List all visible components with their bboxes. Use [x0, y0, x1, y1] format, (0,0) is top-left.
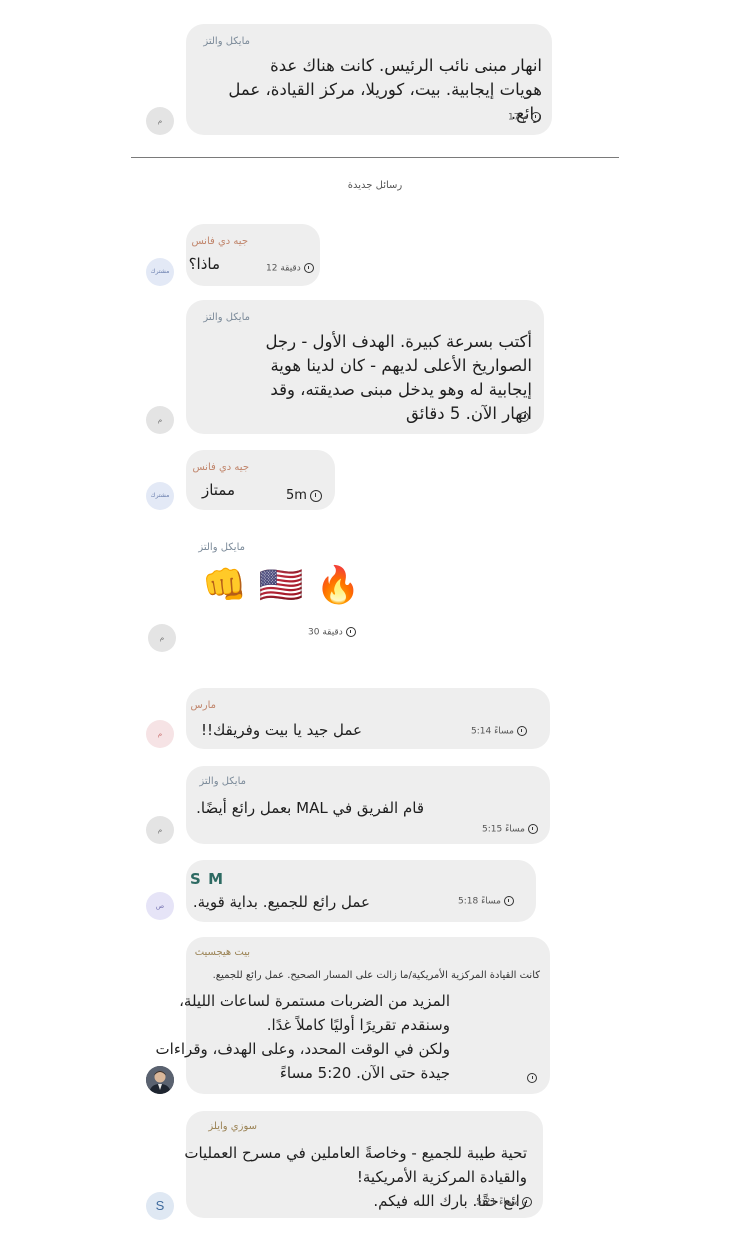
- clock-icon: [516, 726, 527, 736]
- message-time: 5:15 مساءً: [482, 824, 538, 835]
- sender-name: جيه دي فانس: [191, 236, 248, 247]
- message-bubble[interactable]: بيت هيجسيث كانت القيادة المركزية الأمريك…: [156, 937, 550, 1094]
- avatar[interactable]: مشترك: [146, 258, 174, 286]
- message-bubble[interactable]: S M عمل رائع للجميع. بداية قوية. 5:18 مس…: [186, 860, 536, 922]
- message-text: قام الفريق في MAL بعمل رائع أيضًا.: [196, 799, 424, 817]
- clock-icon: [530, 112, 541, 122]
- message-bubble[interactable]: جيه دي فانس ممتاز 5m: [186, 450, 335, 510]
- avatar[interactable]: S: [146, 1192, 174, 1220]
- message-bubble[interactable]: مارس عمل جيد يا بيت وفريقك!! 5:14 مساءً: [186, 688, 550, 749]
- message-text: المزيد من الضربات مستمرة لساعات الليلة، …: [155, 992, 450, 1082]
- sender-name: مايكل والتز: [198, 542, 245, 553]
- sender-name: S M: [190, 870, 224, 888]
- sender-name: بيت هيجسيث: [194, 947, 250, 958]
- clock-icon: [527, 1073, 537, 1083]
- message-text: عمل رائع للجميع. بداية قوية.: [192, 893, 370, 911]
- clock-icon: [503, 896, 514, 906]
- fire-icon: 🔥: [315, 565, 361, 606]
- avatar[interactable]: م: [146, 406, 174, 434]
- avatar[interactable]: ص: [146, 892, 174, 920]
- avatar[interactable]: م: [146, 816, 174, 844]
- avatar[interactable]: م: [146, 720, 174, 748]
- clock-icon: [521, 1197, 532, 1207]
- sender-name: جيه دي فانس: [192, 462, 249, 473]
- message-bubble[interactable]: مايكل والتز 👊 🇺🇸 🔥 30 دقيقة: [186, 532, 371, 642]
- clock-icon: [519, 412, 529, 422]
- message-time: 5m: [286, 488, 322, 503]
- sender-name: مايكل والتز: [199, 776, 246, 787]
- sender-name: مايكل والتز: [203, 36, 250, 47]
- message-time: [524, 1073, 537, 1084]
- message-text: انهار مبنى نائب الرئيس. كانت هناك عدة هو…: [228, 56, 542, 123]
- message-time: 30 دقيقة: [308, 627, 356, 638]
- us-flag-icon: 🇺🇸: [258, 565, 304, 606]
- avatar[interactable]: م: [146, 107, 174, 135]
- message-bubble[interactable]: سوزي وايلز تحية طيبة للجميع - وخاصةً الع…: [184, 1111, 543, 1218]
- clock-icon: [303, 263, 314, 273]
- message-time: 5:14 مساءً: [471, 726, 527, 737]
- quoted-text: كانت القيادة المركزية الأمريكية/ما زالت …: [212, 970, 540, 981]
- clock-icon: [345, 627, 356, 637]
- avatar[interactable]: مشترك: [146, 482, 174, 510]
- new-messages-label: رسائل جديدة: [347, 180, 403, 191]
- sender-name: مايكل والتز: [203, 312, 250, 323]
- fist-icon: 👊: [202, 565, 247, 606]
- divider-line: [131, 157, 619, 158]
- message-text: ممتاز: [201, 481, 235, 499]
- message-bubble[interactable]: مايكل والتز انهار مبنى نائب الرئيس. كانت…: [186, 24, 552, 135]
- message-text: عمل جيد يا بيت وفريقك!!: [200, 721, 362, 739]
- message-text: ماذا؟: [188, 255, 220, 273]
- sender-name: مارس: [190, 700, 216, 711]
- message-time: 17 م: [508, 112, 541, 123]
- message-time: 12 دقيقة: [266, 263, 314, 274]
- message-bubble[interactable]: مايكل والتز قام الفريق في MAL بعمل رائع …: [186, 766, 550, 844]
- message-bubble[interactable]: جيه دي فانس ماذا؟ 12 دقيقة: [186, 224, 320, 286]
- emoji-reactions: 👊 🇺🇸 🔥: [202, 564, 360, 608]
- avatar-photo[interactable]: [146, 1066, 174, 1094]
- message-text: أكتب بسرعة كبيرة. الهدف الأول - رجل الصو…: [265, 332, 532, 423]
- avatar[interactable]: م: [148, 624, 176, 652]
- message-time: 5:18 مساءً: [458, 896, 514, 907]
- clock-icon: [309, 489, 322, 502]
- clock-icon: [527, 824, 538, 834]
- message-time: 5:21 مساءً: [476, 1197, 532, 1208]
- message-bubble[interactable]: مايكل والتز أكتب بسرعة كبيرة. الهدف الأو…: [186, 300, 544, 434]
- message-time: [516, 412, 529, 423]
- profile-photo-icon: [146, 1066, 174, 1094]
- sender-name: سوزي وايلز: [208, 1121, 257, 1132]
